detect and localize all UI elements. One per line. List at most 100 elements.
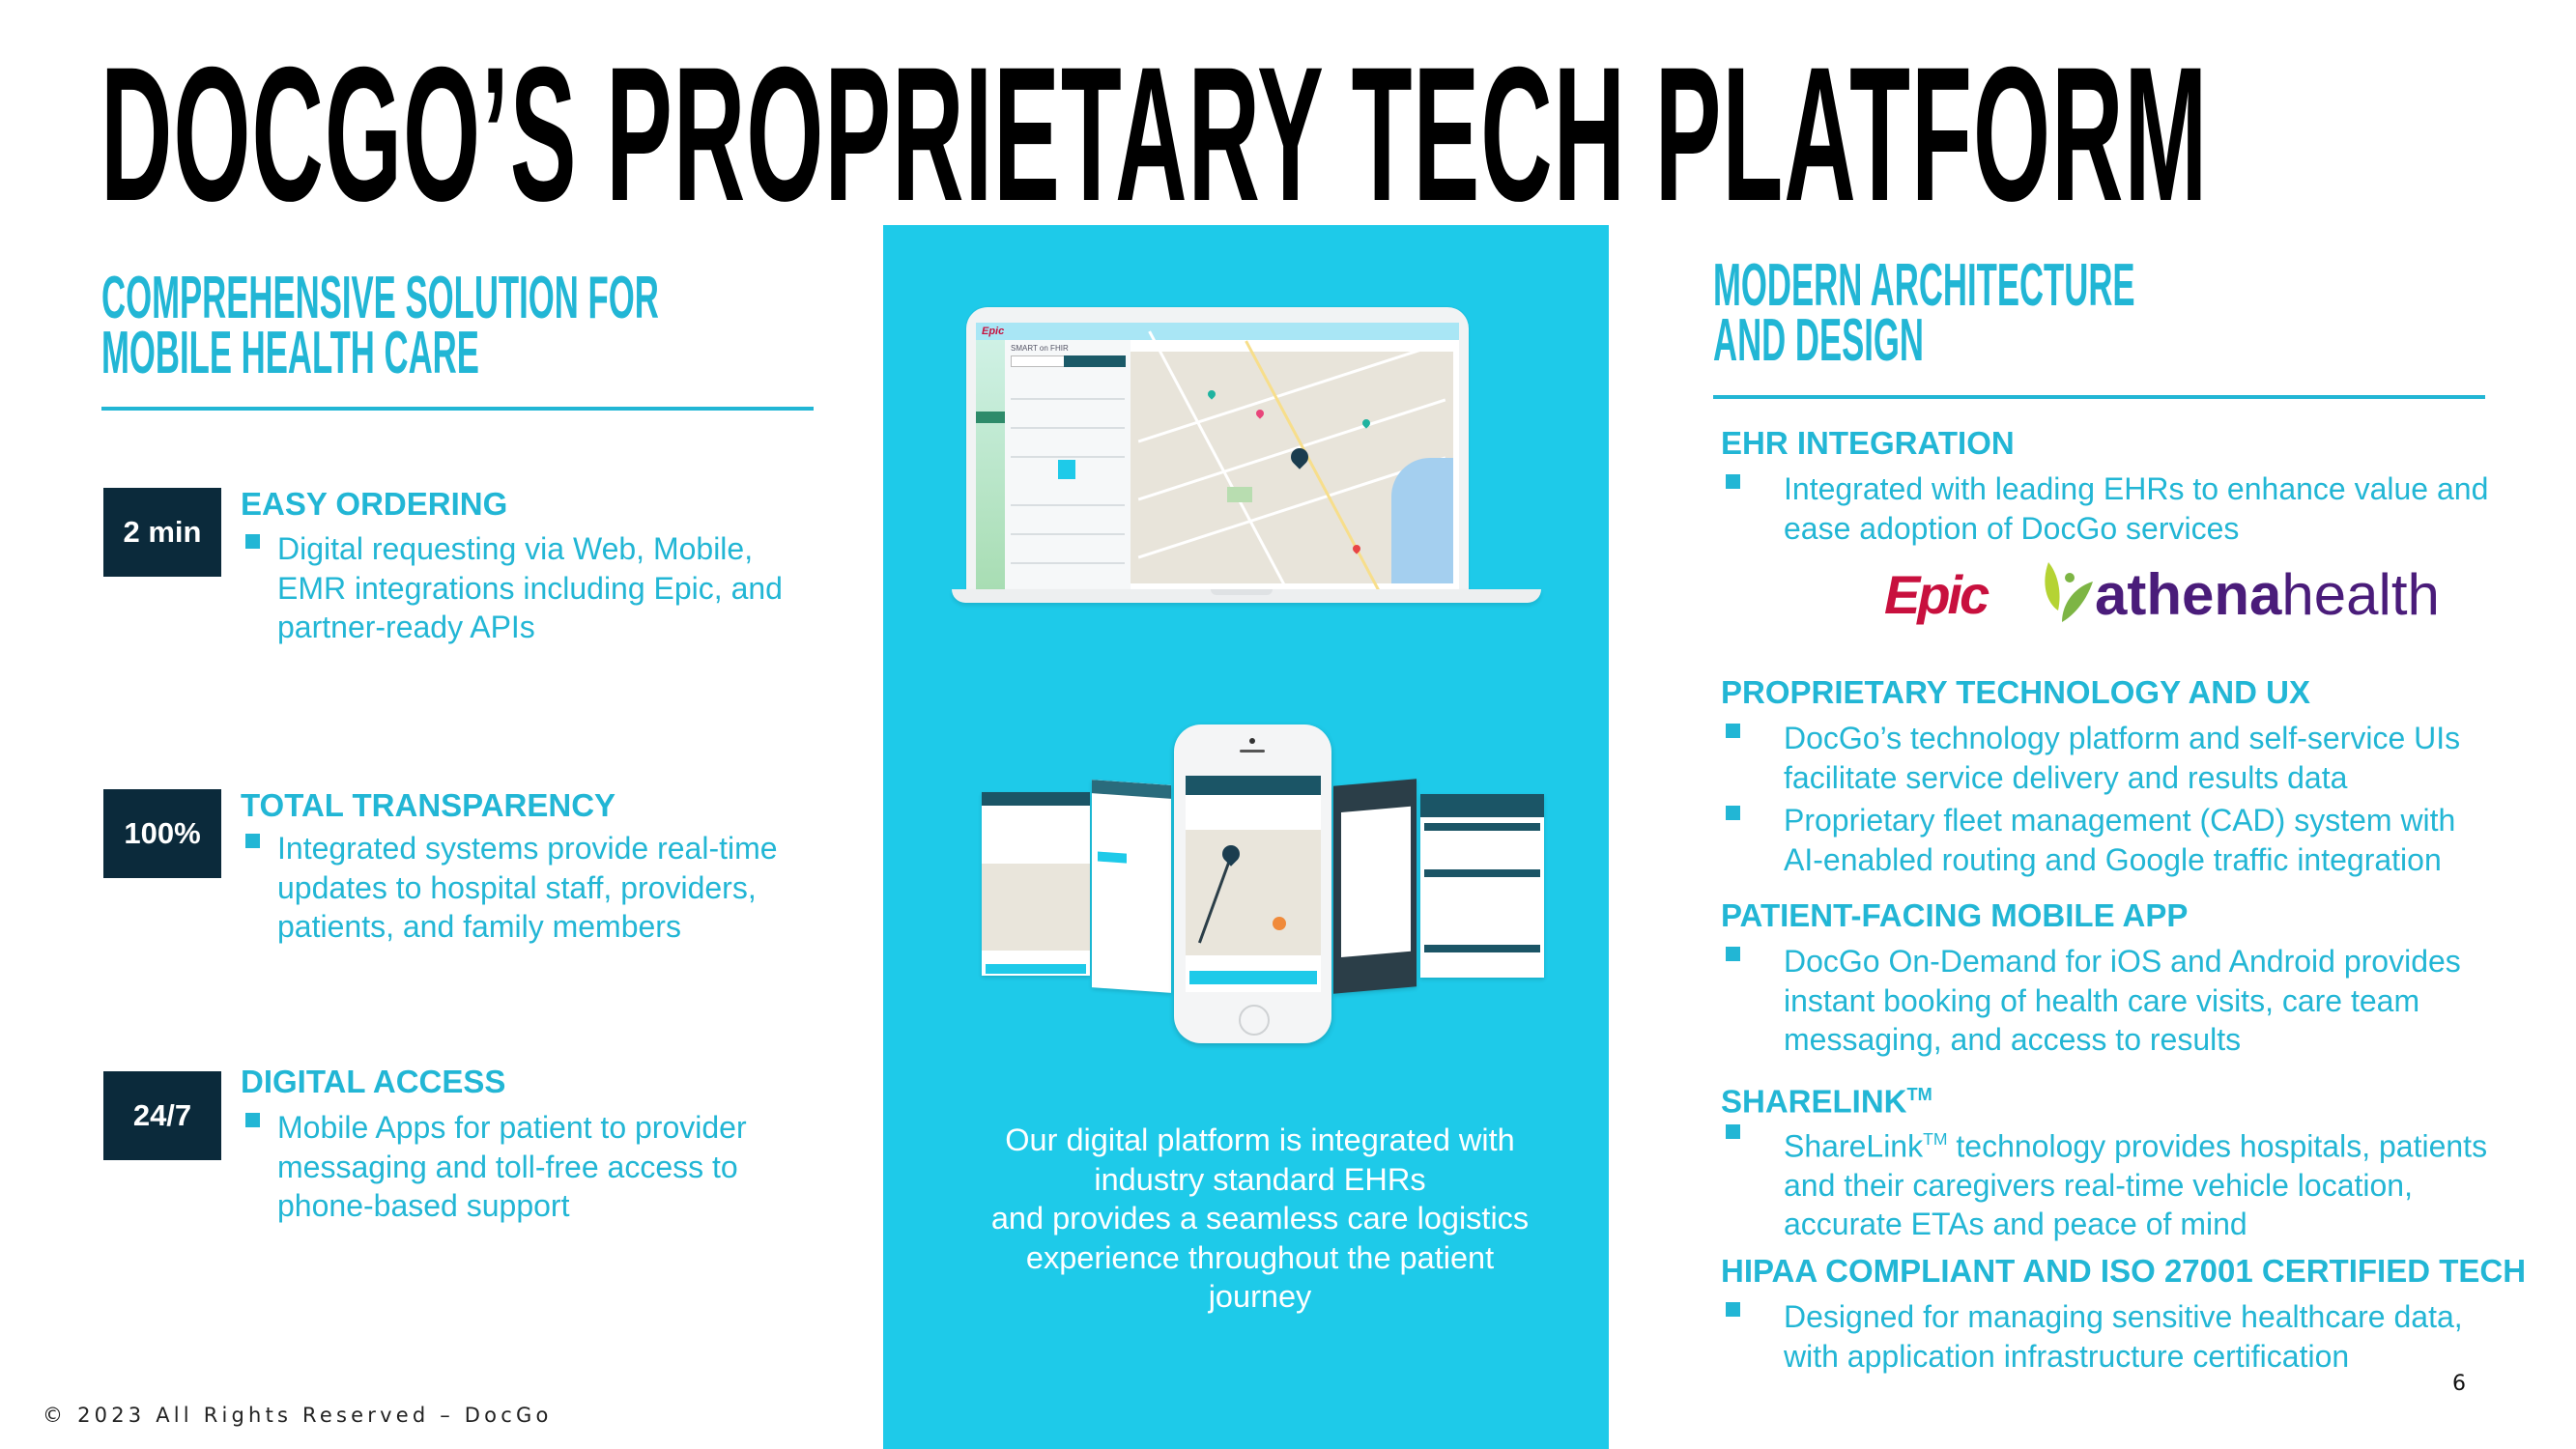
item-heading-total-transparency: TOTAL TRANSPARENCY bbox=[241, 787, 616, 823]
caption-line: journey bbox=[1208, 1279, 1312, 1314]
left-divider bbox=[101, 407, 814, 411]
trademark-sup: TM bbox=[1923, 1129, 1948, 1149]
item-heading-easy-ordering: EASY ORDERING bbox=[241, 486, 508, 522]
text-line: DocGo On-Demand for iOS and Android prov… bbox=[1784, 944, 2461, 979]
text-line: messaging and toll-free access to bbox=[277, 1149, 738, 1184]
stat-box-easy-ordering: 2 min bbox=[103, 488, 221, 577]
text-line: Designed for managing sensitive healthca… bbox=[1784, 1299, 2463, 1334]
screen-tab-active bbox=[1064, 355, 1126, 367]
text-line: partner-ready APIs bbox=[277, 610, 535, 644]
bullet-text: ShareLinkTM technology provides hospital… bbox=[1784, 1120, 2487, 1244]
text-line: EMR integrations including Epic, and bbox=[277, 570, 783, 606]
copyright-footer: © 2023 All Rights Reserved – DocGo bbox=[43, 1404, 553, 1427]
athena-wordmark-bold: athena bbox=[2095, 562, 2282, 627]
phone-tab bbox=[1098, 851, 1127, 864]
phone-header bbox=[1420, 794, 1544, 817]
phone-section-bar bbox=[1424, 945, 1540, 952]
right-divider bbox=[1713, 395, 2485, 399]
bullet-text: Proprietary fleet management (CAD) syste… bbox=[1784, 801, 2455, 879]
form-divider bbox=[1011, 456, 1125, 458]
section-heading-proprietary-technology: PROPRIETARY TECHNOLOGY AND UX bbox=[1721, 674, 2310, 710]
iphone-camera bbox=[1249, 738, 1255, 744]
text-run: ShareLink bbox=[1784, 1128, 1924, 1164]
screen-sidebar bbox=[976, 340, 1005, 589]
map-pin-icon bbox=[1206, 388, 1217, 400]
form-divider bbox=[1011, 427, 1125, 429]
right-heading-line-2: AND DESIGN bbox=[1713, 307, 1924, 374]
athena-leaf-icon bbox=[2045, 562, 2093, 622]
map-park bbox=[1227, 487, 1252, 502]
phone-options-panel bbox=[1341, 806, 1411, 958]
section-heading-ehr-integration: EHR INTEGRATION bbox=[1721, 425, 2015, 461]
trademark-sup: TM bbox=[1906, 1085, 1932, 1104]
text-line: Integrated systems provide real-time bbox=[277, 831, 778, 866]
text-line: accurate ETAs and peace of mind bbox=[1784, 1207, 2247, 1242]
phone-continue-button bbox=[986, 964, 1086, 974]
epic-logo: Epic bbox=[1884, 564, 1989, 625]
left-heading-line-2: MOBILE HEALTH CARE bbox=[101, 320, 479, 386]
bullet-text: Integrated with leading EHRs to enhance … bbox=[1784, 469, 2488, 548]
phone-header bbox=[982, 792, 1090, 806]
item-text-easy-ordering: Digital requesting via Web, Mobile, EMR … bbox=[277, 529, 783, 647]
stat-box-total-transparency: 100% bbox=[103, 789, 221, 878]
phone-map bbox=[982, 864, 1090, 951]
map-water bbox=[1391, 458, 1453, 583]
text-line: Digital requesting via Web, Mobile, bbox=[277, 531, 754, 566]
form-divider bbox=[1011, 398, 1125, 400]
left-heading-line-1: COMPREHENSIVE SOLUTION FOR bbox=[101, 265, 659, 331]
form-divider bbox=[1011, 533, 1125, 535]
section-heading-patient-facing-app: PATIENT-FACING MOBILE APP bbox=[1721, 897, 2189, 933]
laptop-screenshot-image: Epic SMART on FHIR bbox=[976, 323, 1459, 589]
bullet-square-icon bbox=[1726, 474, 1740, 489]
text-line: Integrated with leading EHRs to enhance … bbox=[1784, 471, 2489, 506]
item-text-digital-access: Mobile Apps for patient to provider mess… bbox=[277, 1108, 747, 1226]
text-line: patients, and family members bbox=[277, 909, 681, 944]
bullet-square-icon bbox=[245, 1113, 260, 1127]
app-header bbox=[1186, 776, 1321, 795]
iphone-home-button bbox=[1239, 1005, 1270, 1036]
text-line: Proprietary fleet management (CAD) syste… bbox=[1784, 803, 2456, 838]
epic-screen-logo: Epic bbox=[982, 326, 1005, 337]
center-caption: Our digital platform is integrated with … bbox=[908, 1121, 1612, 1317]
screen-title: SMART on FHIR bbox=[1011, 344, 1069, 353]
laptop-notch bbox=[1211, 589, 1273, 595]
bullet-square-icon bbox=[1726, 1124, 1740, 1139]
bullet-square-icon bbox=[1726, 724, 1740, 738]
phone-screen-card bbox=[1420, 794, 1544, 978]
app-map bbox=[1186, 830, 1321, 955]
section-heading-sharelink: SHARELINKTM bbox=[1721, 1075, 1932, 1122]
phone-app-screenshot bbox=[1186, 776, 1321, 992]
phone-screen-card bbox=[982, 792, 1090, 976]
phone-section-bar bbox=[1424, 869, 1540, 877]
text-line: facilitate service delivery and results … bbox=[1784, 759, 2348, 795]
athenahealth-logo: athena health bbox=[2041, 560, 2440, 624]
phone-section-bar bbox=[1424, 823, 1540, 831]
iphone-speaker bbox=[1240, 750, 1265, 753]
caption-line: and provides a seamless care logistics bbox=[990, 1201, 1530, 1236]
stat-box-digital-access: 24/7 bbox=[103, 1071, 221, 1160]
section-heading-hipaa: HIPAA COMPLIANT AND ISO 27001 CERTIFIED … bbox=[1721, 1253, 2527, 1289]
bullet-square-icon bbox=[1726, 806, 1740, 820]
bullet-text: DocGo’s technology platform and self-ser… bbox=[1784, 719, 2460, 797]
text-line: phone-based support bbox=[277, 1188, 570, 1223]
text-line: instant booking of health care visits, c… bbox=[1784, 982, 2420, 1018]
athena-wordmark-light: health bbox=[2281, 562, 2440, 627]
bullet-text: Designed for managing sensitive healthca… bbox=[1784, 1297, 2463, 1376]
caption-line: Our digital platform is integrated with bbox=[1005, 1122, 1515, 1157]
map-pin-icon bbox=[1273, 917, 1286, 930]
caption-line: industry standard EHRs bbox=[1094, 1161, 1426, 1197]
text-run: technology provides hospitals, patients bbox=[1947, 1128, 2488, 1164]
slide-title: DOCGO’S PROPRIETARY TECH PLATFORM bbox=[100, 27, 2209, 241]
page-number: 6 bbox=[2452, 1372, 2466, 1396]
text-line: messaging, and access to results bbox=[1784, 1022, 2242, 1057]
form-divider bbox=[1011, 562, 1125, 564]
text-line: and their caregivers real-time vehicle l… bbox=[1784, 1167, 2413, 1203]
screen-button bbox=[1058, 460, 1075, 479]
text-line: with application infrastructure certific… bbox=[1784, 1338, 2350, 1374]
bullet-text: DocGo On-Demand for iOS and Android prov… bbox=[1784, 942, 2461, 1060]
route-line bbox=[1197, 851, 1235, 944]
screen-tab bbox=[1011, 355, 1065, 367]
caption-line: experience throughout the patient bbox=[1025, 1239, 1495, 1275]
heading-text: SHARELINK bbox=[1721, 1083, 1907, 1120]
screen-header-bar bbox=[976, 323, 1459, 340]
